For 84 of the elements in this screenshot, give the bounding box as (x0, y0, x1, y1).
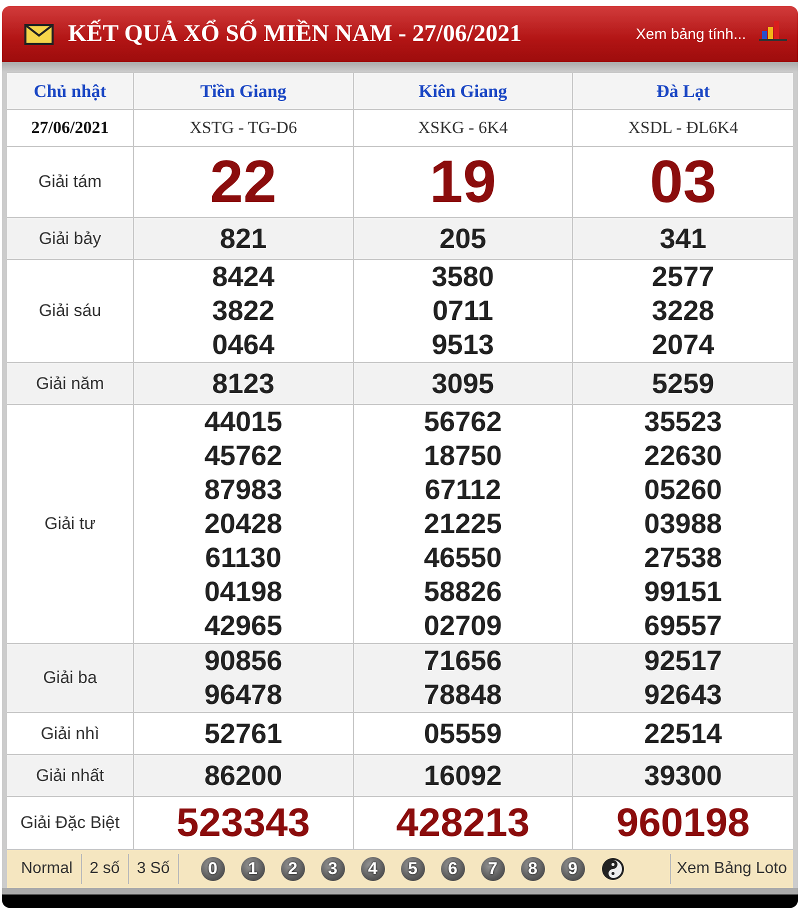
winning-number: 8424 (211, 260, 276, 294)
winning-number: 05260 (643, 473, 724, 507)
winning-number: 3095 (430, 366, 496, 400)
digit-ball[interactable]: 1 (240, 857, 265, 881)
winning-number: 3580 (430, 260, 496, 294)
prize-label: Giải bảy (4, 218, 134, 260)
winning-number: 99151 (643, 575, 724, 609)
winning-number: 45762 (203, 439, 284, 473)
mode-tab[interactable]: 2 số (82, 860, 128, 878)
winning-number: 22630 (643, 439, 724, 473)
winning-number: 960198 (615, 800, 751, 847)
digit-ball[interactable]: 6 (440, 857, 465, 881)
winning-number: 5259 (650, 366, 716, 400)
winning-number: 3822 (211, 294, 276, 328)
winning-number: 69557 (643, 609, 724, 643)
winning-number: 86200 (203, 758, 284, 792)
winning-number: 0711 (431, 294, 494, 328)
winning-number: 04198 (203, 575, 284, 609)
day-header: Chủ nhật (4, 72, 134, 110)
digit-ball[interactable]: 4 (360, 857, 385, 881)
stats-link[interactable]: Xem bảng tính... (636, 26, 746, 42)
mode-tab[interactable]: Normal (21, 860, 81, 878)
winning-number: 19 (428, 147, 498, 217)
winning-number: 22 (208, 147, 278, 217)
winning-number: 428213 (395, 800, 531, 847)
winning-number: 52761 (203, 716, 284, 750)
loto-table-link[interactable]: Xem Bảng Loto (670, 860, 787, 878)
winning-number: 27538 (643, 541, 724, 575)
winning-number: 78848 (422, 678, 503, 712)
winning-number: 20428 (203, 507, 284, 541)
winning-number: 341 (658, 222, 708, 256)
digit-ball[interactable]: 2 (280, 857, 305, 881)
winning-number: 39300 (643, 758, 724, 792)
winning-number: 205 (438, 222, 488, 256)
province-header[interactable]: Tiền Giang (134, 72, 354, 110)
date-cell: 27/06/2021 (4, 110, 134, 146)
winning-number: 42965 (203, 609, 284, 643)
digit-ball[interactable]: 3 (320, 857, 345, 881)
winning-number: 71656 (422, 644, 503, 678)
winning-number: 22514 (643, 716, 724, 750)
winning-number: 46550 (422, 541, 503, 575)
ticket-code-cell: XSKG - 6K4 (353, 110, 573, 146)
winning-number: 821 (218, 222, 268, 256)
winning-number: 16092 (422, 758, 503, 792)
winning-number: 2577 (650, 260, 716, 294)
winning-number: 3228 (650, 294, 716, 328)
winning-number: 0464 (211, 328, 276, 362)
winning-number: 90856 (203, 644, 284, 678)
digit-ball[interactable]: 0 (200, 857, 225, 881)
winning-number: 18750 (422, 439, 503, 473)
winning-number: 58826 (422, 575, 503, 609)
prize-label: Giải nhất (4, 754, 134, 796)
prize-label: Giải năm (4, 362, 134, 404)
mode-tab[interactable]: 3 Số (128, 860, 178, 878)
winning-number: 523343 (176, 800, 312, 847)
digit-ball[interactable]: 9 (560, 857, 585, 881)
digit-ball[interactable]: 8 (520, 857, 545, 881)
winning-number: 67112 (424, 473, 502, 507)
winning-number: 96478 (203, 678, 284, 712)
winning-number: 8123 (211, 366, 276, 400)
winning-number: 87983 (203, 473, 284, 507)
page-title: KẾT QUẢ XỔ SỐ MIỀN NAM - 27/06/2021 (68, 20, 523, 48)
yin-yang-icon[interactable] (600, 857, 625, 881)
winning-number: 56762 (422, 405, 503, 439)
province-header[interactable]: Đà Lạt (572, 72, 796, 110)
winning-number: 92517 (643, 644, 724, 678)
winning-number: 03988 (643, 507, 724, 541)
winning-number: 92643 (643, 678, 724, 712)
winning-number: 02709 (422, 609, 503, 643)
prize-label: Giải ba (4, 644, 134, 712)
winning-number: 05559 (422, 716, 503, 750)
ticket-code-cell: XSTG - TG-D6 (134, 110, 354, 146)
digit-ball[interactable]: 7 (480, 857, 505, 881)
winning-number: 35523 (643, 405, 724, 439)
bar-chart-icon[interactable] (758, 19, 788, 41)
winning-number: 2074 (650, 328, 716, 362)
province-header[interactable]: Kiên Giang (353, 72, 573, 110)
winning-number: 44015 (203, 405, 284, 439)
winning-number: 21225 (422, 507, 503, 541)
winning-number: 9513 (430, 328, 496, 362)
winning-number: 61130 (204, 541, 282, 575)
digit-ball[interactable]: 5 (400, 857, 425, 881)
winning-number: 03 (648, 147, 718, 217)
envelope-icon (24, 24, 54, 44)
